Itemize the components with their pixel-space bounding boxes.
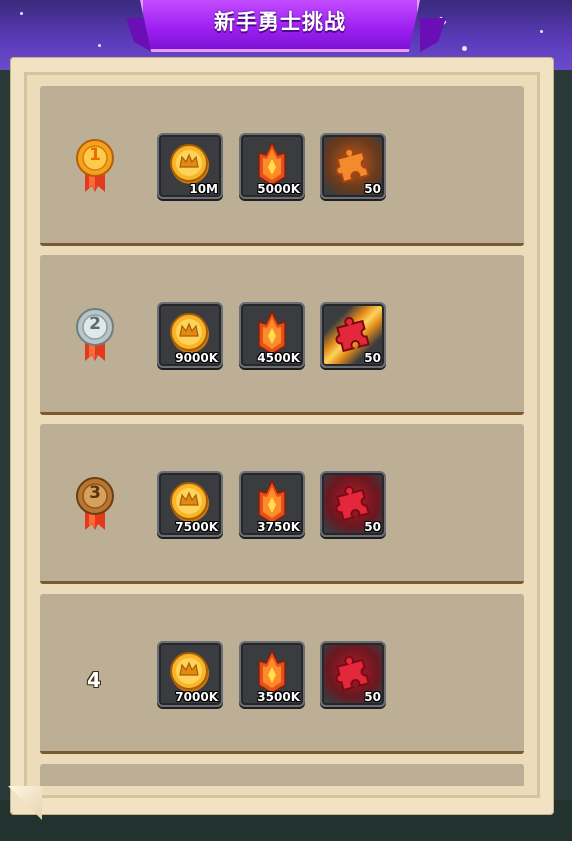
reward-slot[interactable]: 7000K xyxy=(157,641,223,707)
reward-slot[interactable]: 5000K xyxy=(239,133,305,199)
rank-row-next-peek xyxy=(40,764,524,786)
rank-number: 4 xyxy=(87,668,101,692)
reward-slot[interactable]: 3500K xyxy=(239,641,305,707)
reward-amount: 5000K xyxy=(257,182,300,196)
rank-row-1: 1 10M 5000K 50 xyxy=(40,86,524,246)
rank-row-3: 3 7500K 3750K 50 xyxy=(40,424,524,584)
rank-row-4: 4 7000K 3500K 50 xyxy=(40,594,524,754)
sparkle-icon xyxy=(540,30,543,33)
reward-slot[interactable]: 9000K xyxy=(157,302,223,368)
reward-slot[interactable]: 7500K xyxy=(157,471,223,537)
sparkle-icon xyxy=(462,46,467,51)
reward-amount: 50 xyxy=(364,520,381,534)
rank-number: 2 xyxy=(89,314,101,334)
reward-slot[interactable]: 10M xyxy=(157,133,223,199)
sparkle-icon xyxy=(20,12,23,15)
reward-amount: 50 xyxy=(364,690,381,704)
silver-medal-icon: 2 xyxy=(73,307,117,363)
gold-medal-icon: 1 xyxy=(73,138,117,194)
bronze-medal-icon: 3 xyxy=(73,476,117,532)
reward-amount: 50 xyxy=(364,182,381,196)
reward-amount: 7000K xyxy=(175,690,218,704)
reward-slot[interactable]: 50 xyxy=(320,302,386,368)
rank-reward-list[interactable]: 1 10M 5000K 50 2 9000K 4500K 50 3 7500K … xyxy=(40,86,524,786)
rank-row-2: 2 9000K 4500K 50 xyxy=(40,255,524,415)
reward-slot[interactable]: 3750K xyxy=(239,471,305,537)
reward-slot[interactable]: 50 xyxy=(320,471,386,537)
reward-amount: 10M xyxy=(189,182,218,196)
reward-amount: 9000K xyxy=(175,351,218,365)
reward-slot[interactable]: 4500K xyxy=(239,302,305,368)
reward-slot[interactable]: 50 xyxy=(320,641,386,707)
reward-amount: 3750K xyxy=(257,520,300,534)
reward-amount: 4500K xyxy=(257,351,300,365)
sparkle-icon xyxy=(98,44,101,47)
page-title: 新手勇士挑战 xyxy=(214,10,346,34)
reward-amount: 50 xyxy=(364,351,381,365)
rank-number: 3 xyxy=(89,483,101,503)
reward-slot[interactable]: 50 xyxy=(320,133,386,199)
reward-amount: 7500K xyxy=(175,520,218,534)
reward-amount: 3500K xyxy=(257,690,300,704)
rank-number: 1 xyxy=(89,145,101,165)
